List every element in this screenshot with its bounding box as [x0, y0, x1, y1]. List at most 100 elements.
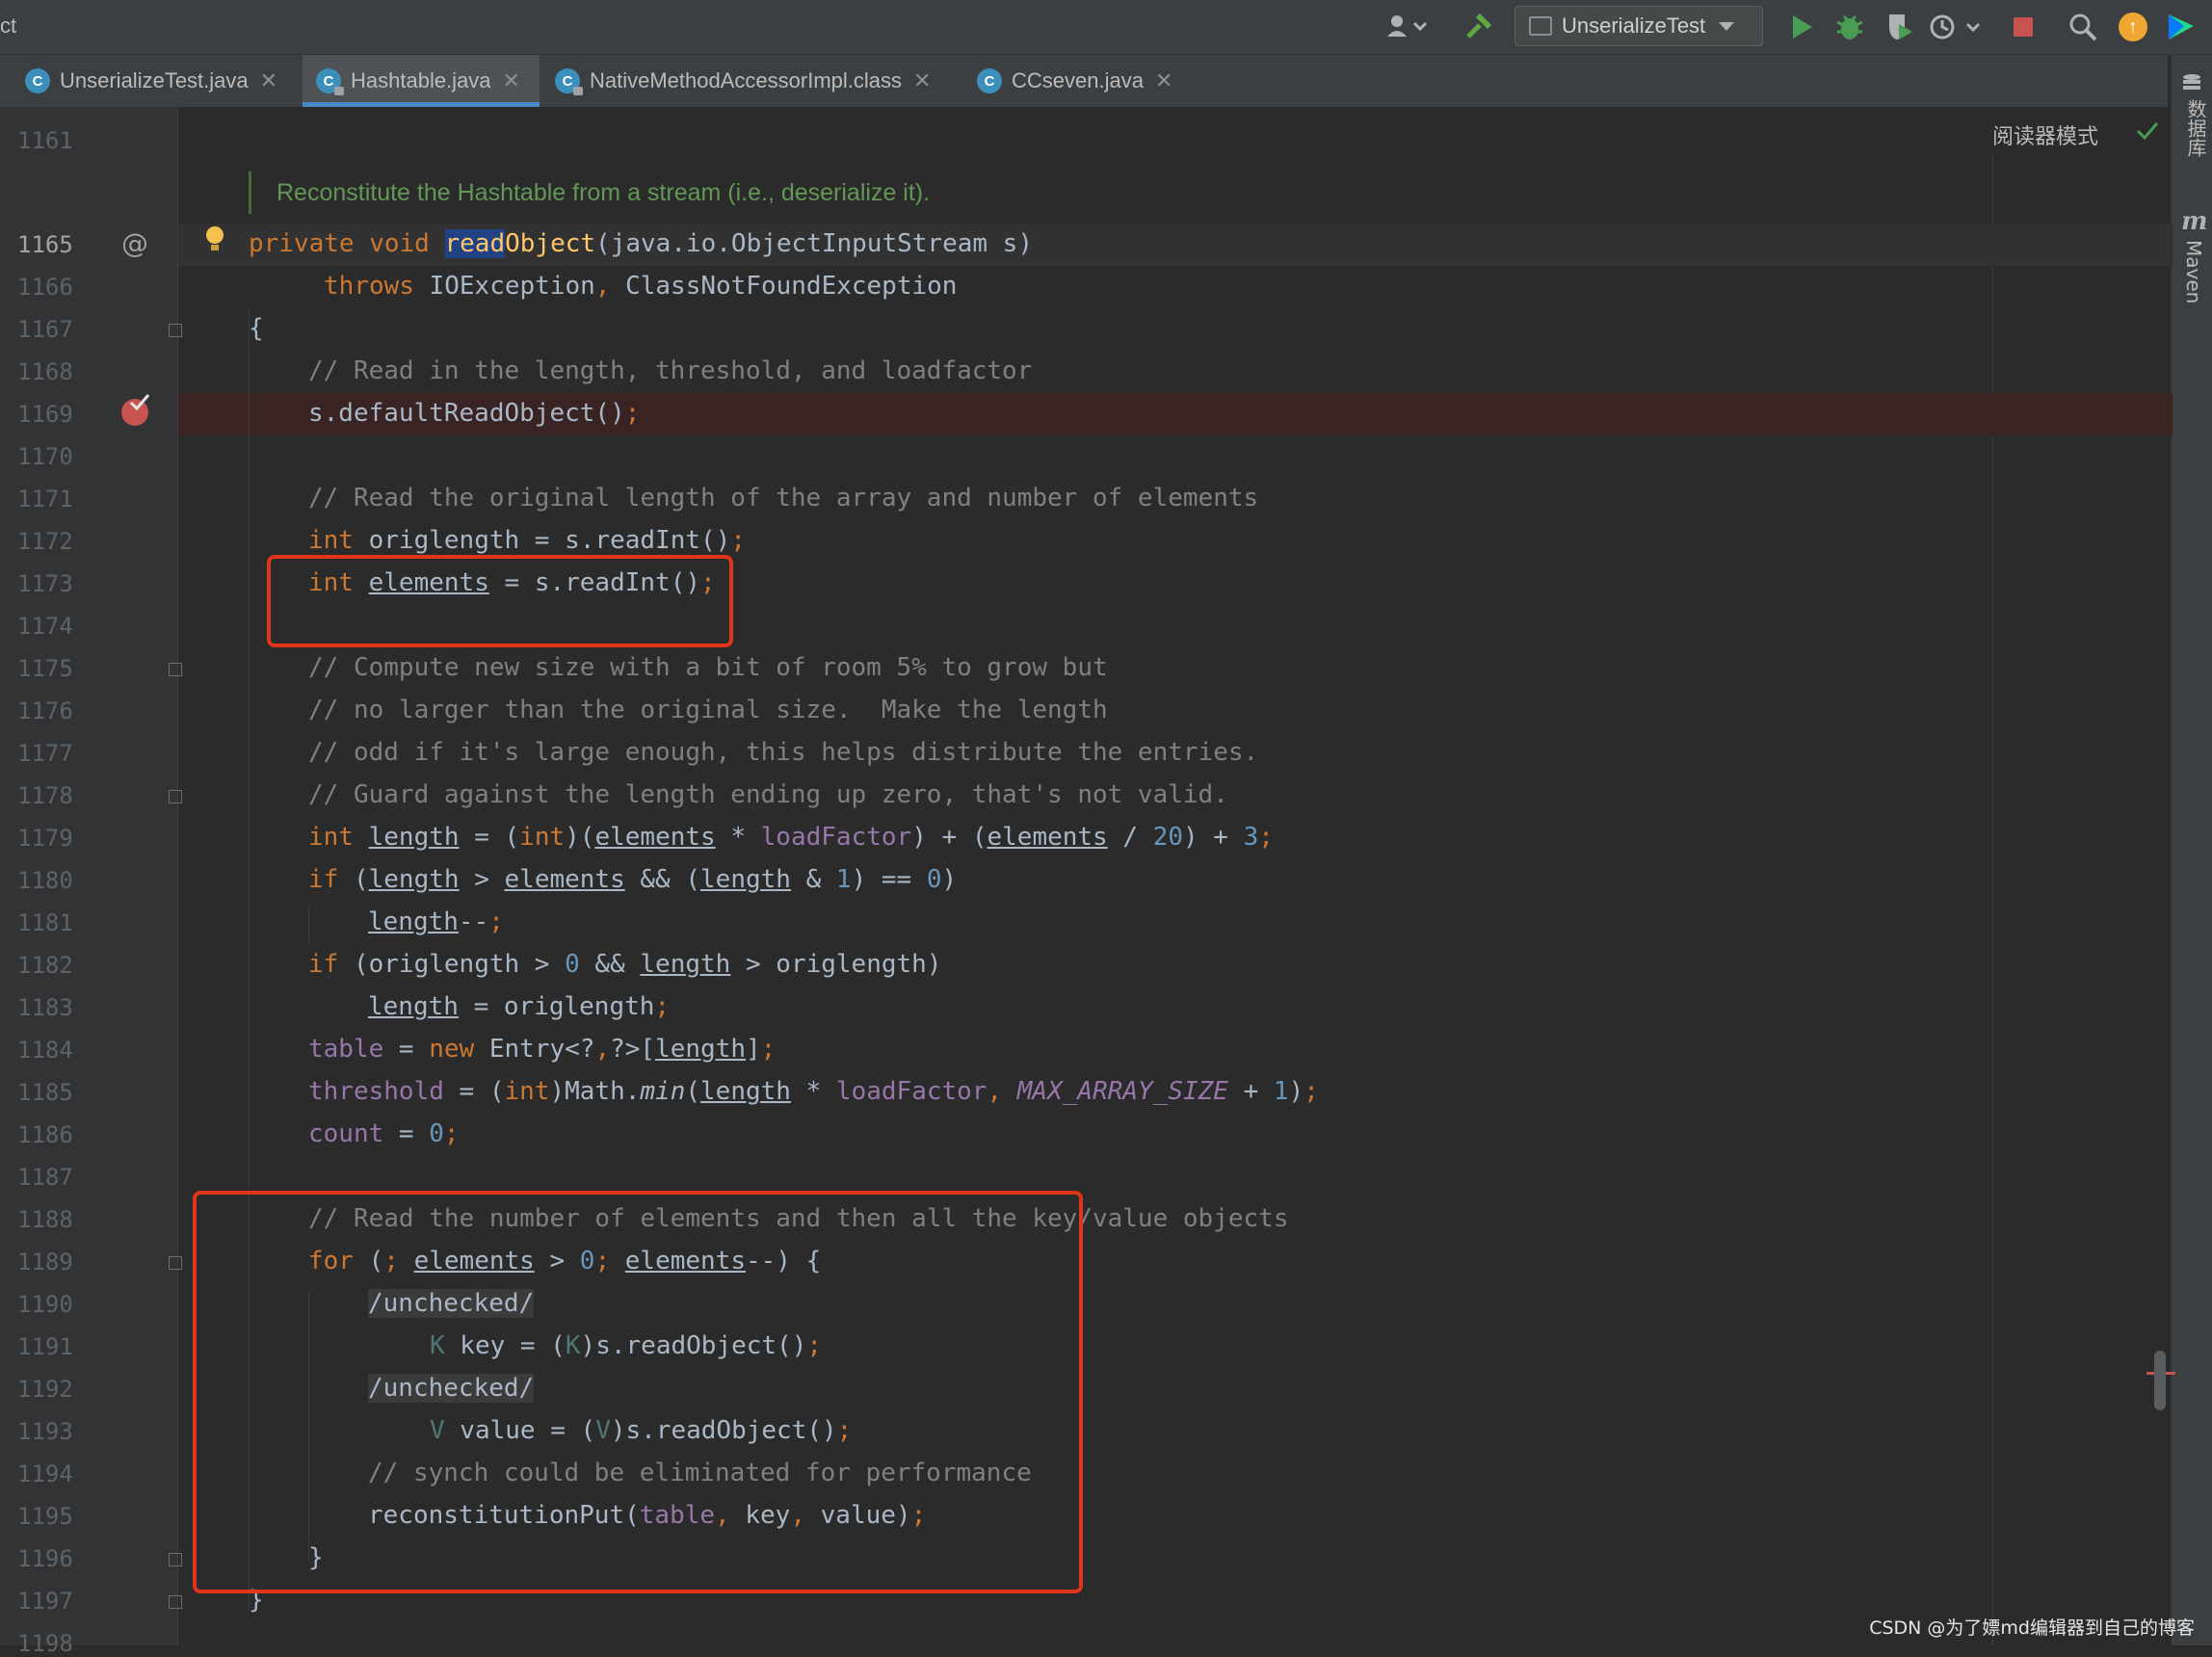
code-line-1167[interactable]: { [249, 314, 264, 343]
debug-bug-icon[interactable] [1830, 10, 1869, 44]
line-number: 1189 [17, 1249, 73, 1276]
code-token: length [368, 907, 459, 936]
close-icon[interactable]: ✕ [913, 68, 931, 93]
code-token-selected: read [444, 229, 506, 258]
close-icon[interactable]: ✕ [503, 68, 520, 93]
tab-hashtable[interactable]: C Hashtable.java ✕ [303, 55, 540, 107]
code-line-1177[interactable]: // odd if it's large enough, this helps … [308, 738, 1258, 767]
code-token: 1 [835, 865, 852, 894]
code-token: MAX_ARRAY_SIZE [1016, 1077, 1228, 1106]
active-tab-indicator [303, 102, 540, 107]
code-token: int [504, 1077, 550, 1106]
line-number: 1197 [17, 1588, 73, 1615]
code-token: Object [505, 229, 596, 258]
code-line-1184[interactable]: table = new Entry<?,?>[length]; [308, 1035, 776, 1064]
code-token: ( [685, 1077, 701, 1106]
code-token: * [790, 1077, 836, 1106]
search-icon[interactable] [2066, 10, 2100, 44]
code-token: length [700, 1077, 791, 1106]
fold-marker-icon[interactable] [169, 790, 182, 803]
code-line-1169[interactable]: s.defaultReadObject(); [308, 399, 640, 428]
code-token: ) == [851, 865, 927, 894]
line-number: 1183 [17, 994, 73, 1021]
code-token: && ( [624, 865, 701, 894]
build-hammer-icon[interactable] [1459, 10, 1497, 44]
toolbox-logo-icon[interactable] [2162, 10, 2200, 44]
update-icon[interactable]: ↑ [2116, 10, 2150, 44]
project-label[interactable]: ct [0, 13, 16, 39]
line-number: 1187 [17, 1164, 73, 1191]
code-token: IOException [413, 272, 595, 301]
fold-marker-icon[interactable] [169, 1553, 182, 1566]
tab-nativemethodaccessorimpl[interactable]: C NativeMethodAccessorImpl.class ✕ [555, 55, 931, 107]
code-line-1176[interactable]: // no larger than the original size. Mak… [308, 696, 1108, 724]
line-number: 1173 [17, 570, 73, 597]
code-line-1181[interactable]: length--; [368, 907, 504, 936]
code-line-1185[interactable]: threshold = (int)Math.min(length * loadF… [308, 1077, 1319, 1106]
code-token: threshold [308, 1077, 444, 1106]
overrides-method-icon[interactable]: @ [121, 227, 148, 259]
line-number: 1188 [17, 1206, 73, 1233]
code-token: , [594, 272, 611, 301]
code-line-1168[interactable]: // Read in the length, threshold, and lo… [308, 356, 1032, 385]
code-token: ] [746, 1035, 761, 1064]
code-token: ClassNotFoundException [610, 272, 958, 301]
line-number: 1190 [17, 1291, 73, 1318]
code-token: s.defaultReadObject() [308, 399, 625, 428]
maven-panel-label[interactable]: Maven [2182, 240, 2205, 303]
code-line-1180[interactable]: if (length > elements && (length & 1) ==… [308, 865, 957, 894]
code-token: length [368, 992, 459, 1021]
code-token: table [308, 1035, 384, 1064]
tab-label: Hashtable.java [351, 68, 491, 92]
close-icon[interactable]: ✕ [1155, 68, 1172, 93]
class-icon: C [25, 68, 50, 93]
lightbulb-icon[interactable] [204, 225, 225, 259]
code-token: = [383, 1035, 430, 1064]
code-line-1178[interactable]: // Guard against the length ending up ze… [308, 780, 1228, 809]
run-icon[interactable] [1784, 10, 1819, 44]
gutter-divider [177, 107, 178, 1645]
stop-icon[interactable] [2008, 10, 2039, 44]
fold-marker-icon[interactable] [169, 1595, 182, 1609]
code-token: )( [565, 823, 595, 852]
profiler-icon[interactable] [1927, 10, 1985, 44]
code-line-1182[interactable]: if (origlength > 0 && length > origlengt… [308, 950, 941, 979]
line-number: 1166 [17, 274, 73, 301]
tab-ccseven[interactable]: C CCseven.java ✕ [977, 55, 1172, 107]
fold-marker-icon[interactable] [169, 663, 182, 676]
run-configuration-select[interactable]: UnserializeTest [1514, 6, 1763, 46]
class-icon: C [977, 68, 1002, 93]
user-account-icon[interactable] [1380, 10, 1434, 44]
reader-mode-toggle[interactable]: 阅读器模式 [1992, 119, 2098, 150]
code-line-1166[interactable]: throws IOException, ClassNotFoundExcepti… [324, 272, 957, 301]
code-token: ) + [1183, 823, 1244, 852]
code-token: int [519, 823, 566, 852]
class-locked-icon: C [555, 68, 583, 95]
line-number: 1198 [17, 1630, 73, 1657]
line-number: 1171 [17, 486, 73, 513]
maven-icon[interactable]: m [2181, 207, 2208, 236]
code-line-1183[interactable]: length = origlength; [368, 992, 670, 1021]
code-line-1179[interactable]: int length = (int)(elements * loadFactor… [308, 823, 1274, 852]
code-token: 1 [1273, 1077, 1289, 1106]
code-token: private void [249, 229, 445, 258]
line-number: 1177 [17, 740, 73, 767]
close-icon[interactable]: ✕ [260, 68, 277, 93]
breakpoint-verified-icon[interactable] [121, 394, 150, 426]
fold-marker-icon[interactable] [169, 324, 182, 337]
code-line-1175[interactable]: // Compute new size with a bit of room 5… [308, 653, 1108, 682]
tab-label: CCseven.java [1012, 68, 1144, 92]
tab-unserializetest[interactable]: C UnserializeTest.java ✕ [25, 55, 291, 107]
code-token: , [987, 1077, 1017, 1106]
fold-marker-icon[interactable] [169, 1256, 182, 1270]
code-token: ; [760, 1035, 777, 1064]
main-toolbar: ct UnserializeTest ↑ [0, 0, 2212, 55]
code-line-1165[interactable]: private void readObject(java.io.ObjectIn… [249, 229, 1033, 258]
database-icon[interactable] [2181, 72, 2202, 93]
run-with-coverage-icon[interactable] [1881, 10, 1919, 44]
code-line-1171[interactable]: // Read the original length of the array… [308, 484, 1258, 513]
code-line-1186[interactable]: count = 0; [308, 1119, 460, 1148]
code-line-1172[interactable]: int origlength = s.readInt(); [308, 526, 746, 555]
scrollbar-thumb[interactable] [2154, 1351, 2166, 1410]
database-panel-label[interactable]: 数据库 [2182, 99, 2210, 157]
